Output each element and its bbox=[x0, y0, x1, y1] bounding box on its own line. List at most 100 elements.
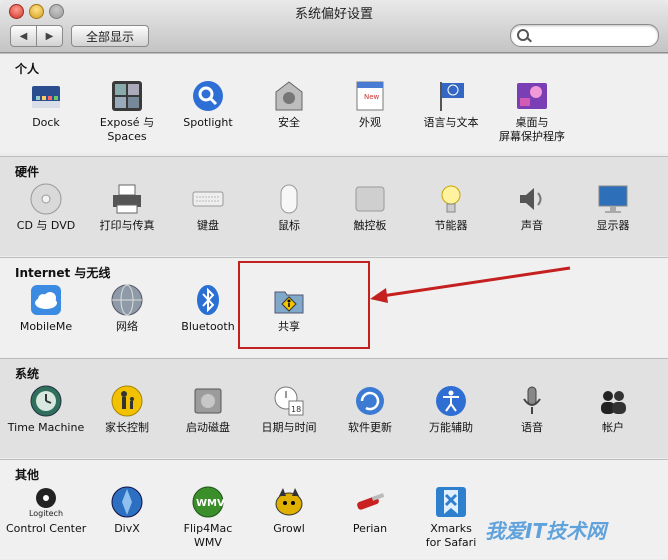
pref-pane-energy-saver[interactable]: 节能器 bbox=[411, 183, 491, 233]
pref-pane-label: Spotlight bbox=[183, 116, 233, 129]
pref-pane-label: 外观 bbox=[359, 116, 381, 129]
divx-icon bbox=[111, 486, 143, 518]
section-divider bbox=[0, 53, 668, 54]
dock-icon bbox=[30, 80, 62, 112]
sharing-highlight-box bbox=[238, 261, 370, 349]
navigation-buttons: ◀ ▶ bbox=[10, 25, 63, 47]
pref-pane-cd-dvd[interactable]: CD 与 DVD bbox=[6, 183, 86, 233]
logitech-control-center-icon: Logitech bbox=[29, 486, 63, 518]
pref-pane-label: Growl bbox=[273, 522, 305, 535]
pref-pane-label: Flip4Mac WMV bbox=[183, 522, 233, 549]
svg-text:18: 18 bbox=[291, 405, 301, 414]
brand-text: Logitech bbox=[28, 509, 64, 518]
pref-pane-label: Perian bbox=[352, 522, 388, 535]
search-icon bbox=[517, 29, 529, 41]
pref-pane-label: Exposé 与 Spaces bbox=[99, 116, 155, 143]
pref-pane-accounts[interactable]: 帐户 bbox=[573, 385, 653, 435]
cd-dvd-icon bbox=[30, 183, 62, 215]
pref-pane-label: 鼠标 bbox=[278, 219, 300, 232]
pref-pane-label: 显示器 bbox=[596, 219, 630, 232]
forward-button[interactable]: ▶ bbox=[37, 26, 62, 46]
print-fax-icon bbox=[111, 183, 143, 215]
system-preferences-window: 系统偏好设置 ◀ ▶ 全部显示 个人 Dock Exposé 与 Spaces Spot… bbox=[0, 0, 668, 560]
pref-pane-desktop-screensaver[interactable]: 桌面与 屏幕保护程序 bbox=[492, 80, 572, 144]
pref-pane-startup-disk[interactable]: 启动磁盘 bbox=[168, 385, 248, 435]
back-button[interactable]: ◀ bbox=[11, 26, 37, 46]
pref-pane-perian[interactable]: Perian bbox=[330, 486, 410, 536]
pref-pane-mobileme[interactable]: MobileMe bbox=[6, 284, 86, 334]
section-divider bbox=[0, 156, 668, 157]
sound-icon bbox=[516, 183, 548, 215]
network-icon bbox=[111, 284, 143, 316]
pref-pane-speech[interactable]: 语音 bbox=[492, 385, 572, 435]
pref-pane-trackpad[interactable]: 触控板 bbox=[330, 183, 410, 233]
pref-pane-dock[interactable]: Dock bbox=[6, 80, 86, 130]
pref-pane-label: Dock bbox=[32, 116, 60, 129]
section-title: 硬件 bbox=[15, 165, 40, 179]
search-input[interactable] bbox=[533, 27, 655, 44]
pref-pane-security[interactable]: 安全 bbox=[249, 80, 329, 130]
pref-pane-sound[interactable]: 声音 bbox=[492, 183, 572, 233]
pref-pane-date-time[interactable]: 18 日期与时间 bbox=[249, 385, 329, 435]
pref-pane-appearance[interactable]: New 外观 bbox=[330, 80, 410, 130]
pref-pane-flip4mac[interactable]: WMV Flip4Mac WMV bbox=[168, 486, 248, 550]
security-icon bbox=[273, 80, 305, 112]
window-title: 系统偏好设置 bbox=[294, 7, 373, 22]
pref-pane-label: 启动磁盘 bbox=[186, 421, 230, 434]
pref-pane-xmarks[interactable]: Xmarks for Safari bbox=[411, 486, 491, 550]
pref-pane-mouse[interactable]: 鼠标 bbox=[249, 183, 329, 233]
parental-controls-icon bbox=[111, 385, 143, 417]
date-time-icon: 18 bbox=[273, 385, 305, 417]
pref-pane-bluetooth[interactable]: Bluetooth bbox=[168, 284, 248, 334]
pref-pane-label: 触控板 bbox=[353, 219, 387, 232]
pref-pane-label: 网络 bbox=[116, 320, 138, 333]
time-machine-icon bbox=[30, 385, 62, 417]
search-field[interactable] bbox=[510, 24, 659, 47]
displays-icon bbox=[597, 183, 629, 215]
pref-pane-logitech-control-center[interactable]: Logitech Control Center bbox=[6, 486, 86, 536]
pref-pane-label: CD 与 DVD bbox=[16, 219, 76, 232]
pref-pane-language-text[interactable]: 语言与文本 bbox=[411, 80, 491, 130]
section-0: 个人 Dock Exposé 与 Spaces Spotlight 安全 New 外观 语言与文… bbox=[0, 53, 668, 153]
pref-pane-label: 万能辅助 bbox=[429, 421, 473, 434]
mobileme-icon bbox=[30, 284, 62, 316]
pref-pane-expose-spaces[interactable]: Exposé 与 Spaces bbox=[87, 80, 167, 144]
language-text-icon bbox=[435, 80, 467, 112]
pref-pane-software-update[interactable]: 软件更新 bbox=[330, 385, 410, 435]
pref-pane-label: 日期与时间 bbox=[261, 421, 317, 434]
pref-pane-label: 软件更新 bbox=[348, 421, 392, 434]
pref-pane-keyboard[interactable]: 键盘 bbox=[168, 183, 248, 233]
pref-pane-label: 声音 bbox=[521, 219, 543, 232]
mouse-icon bbox=[273, 183, 305, 215]
bluetooth-icon bbox=[192, 284, 224, 316]
growl-icon bbox=[273, 486, 305, 518]
pref-pane-displays[interactable]: 显示器 bbox=[573, 183, 653, 233]
pref-pane-label: Xmarks for Safari bbox=[425, 522, 477, 549]
keyboard-icon bbox=[192, 183, 224, 215]
energy-saver-icon bbox=[435, 183, 467, 215]
pref-pane-time-machine[interactable]: Time Machine bbox=[6, 385, 86, 435]
pref-pane-divx[interactable]: DivX bbox=[87, 486, 167, 536]
show-all-button[interactable]: 全部显示 bbox=[71, 25, 149, 47]
software-update-icon bbox=[354, 385, 386, 417]
universal-access-icon bbox=[435, 385, 467, 417]
pref-pane-label: Control Center bbox=[6, 522, 87, 535]
section-title: 其他 bbox=[15, 468, 40, 482]
section-3: 系统 Time Machine 家长控制 启动磁盘 18 日期与时间 软件更新 万能辅助 语音 帐… bbox=[0, 358, 668, 458]
section-4: 其他 Logitech Control Center DivX WMV Flip4Mac W… bbox=[0, 459, 668, 559]
pref-pane-label: 家长控制 bbox=[105, 421, 149, 434]
pref-pane-universal-access[interactable]: 万能辅助 bbox=[411, 385, 491, 435]
perian-icon bbox=[354, 486, 386, 518]
speech-icon bbox=[516, 385, 548, 417]
appearance-icon: New bbox=[354, 80, 386, 112]
pref-pane-spotlight[interactable]: Spotlight bbox=[168, 80, 248, 130]
spotlight-icon bbox=[192, 80, 224, 112]
pref-pane-print-fax[interactable]: 打印与传真 bbox=[87, 183, 167, 233]
watermark: 我爱IT技术网 bbox=[485, 519, 607, 543]
pref-pane-parental-controls[interactable]: 家长控制 bbox=[87, 385, 167, 435]
pref-pane-label: 语音 bbox=[521, 421, 543, 434]
pref-pane-growl[interactable]: Growl bbox=[249, 486, 329, 536]
pref-pane-network[interactable]: 网络 bbox=[87, 284, 167, 334]
svg-text:New: New bbox=[364, 93, 380, 101]
pref-pane-label: 桌面与 屏幕保护程序 bbox=[499, 116, 565, 143]
